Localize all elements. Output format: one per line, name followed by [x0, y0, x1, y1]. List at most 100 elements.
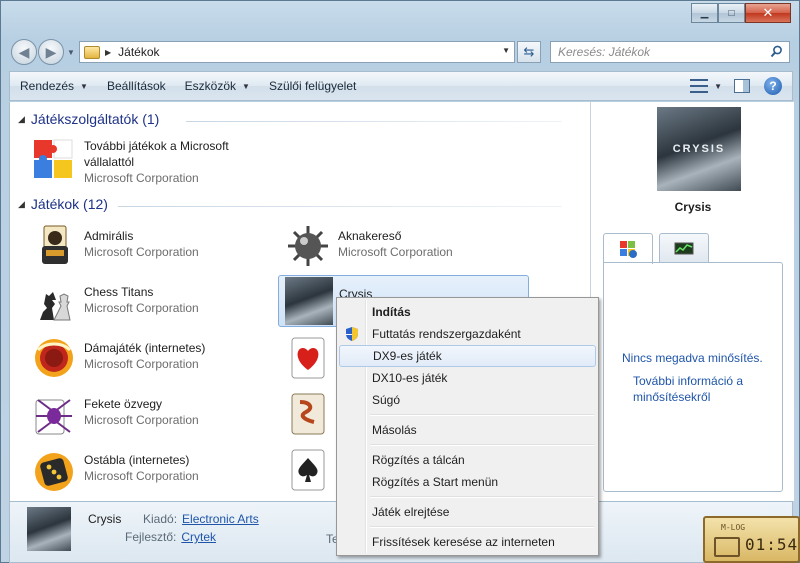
menu-item-label: DX9-es játék — [373, 349, 442, 363]
details-publisher: Kiadó: Electronic Arts — [143, 512, 259, 526]
folder-icon — [84, 45, 100, 59]
toolbar-parental-label: Szülői felügyelet — [268, 79, 357, 93]
widget-time: 01:54 — [745, 535, 799, 554]
view-options-icon[interactable] — [690, 79, 709, 93]
search-icon[interactable] — [770, 45, 783, 58]
hearts-icon — [284, 334, 332, 382]
list-item-checkers[interactable]: Dámajáték (internetes) Microsoft Corpora… — [30, 334, 275, 384]
back-button[interactable]: ◀ — [11, 39, 37, 65]
list-item-admiralis[interactable]: Admirális Microsoft Corporation — [30, 222, 275, 272]
menu-item-label: Futtatás rendszergazdaként — [372, 327, 521, 341]
menu-item-pin-start[interactable]: Rögzítés a Start menün — [339, 471, 596, 493]
maximize-button[interactable]: □ — [718, 3, 745, 23]
menu-item-dx10[interactable]: DX10-es játék — [339, 367, 596, 389]
widget-label: M-LOG — [721, 523, 746, 532]
tab-performance[interactable] — [659, 233, 709, 263]
close-button[interactable]: ✕ — [745, 3, 791, 23]
list-item-chess-titans[interactable]: Chess Titans Microsoft Corporation — [30, 278, 275, 328]
menu-item-hide-game[interactable]: Játék elrejtése — [339, 501, 596, 523]
menu-item-label: Rögzítés a Start menün — [372, 475, 499, 489]
list-item-mahjong[interactable] — [284, 390, 344, 440]
toolbar-settings-label: Beállítások — [106, 79, 166, 93]
menu-item-copy[interactable]: Másolás — [339, 419, 596, 441]
item-name: Fekete özvegy — [84, 397, 163, 411]
address-dropdown-icon[interactable]: ▼ — [502, 46, 510, 55]
help-icon[interactable]: ? — [764, 77, 782, 95]
refresh-button[interactable]: ⇆ — [517, 41, 541, 63]
item-name: Chess Titans — [84, 285, 154, 299]
details-developer: Fejlesztő: Crytek — [125, 530, 216, 544]
menu-separator — [370, 414, 594, 416]
spider-icon — [30, 390, 78, 438]
checkers-icon — [30, 334, 78, 382]
solitaire-icon — [284, 446, 332, 494]
mine-icon — [284, 222, 332, 270]
widget-icon — [714, 537, 740, 557]
list-item-spider[interactable]: Fekete özvegy Microsoft Corporation — [30, 390, 275, 440]
item-publisher: Microsoft Corporation — [84, 413, 199, 427]
list-item-minesweeper[interactable]: Aknakereső Microsoft Corporation — [284, 222, 529, 272]
preview-pane-icon[interactable] — [734, 79, 750, 93]
group-header-providers[interactable]: ◢ Játékszolgáltatók (1) — [18, 111, 159, 127]
item-publisher: Microsoft Corporation — [84, 357, 199, 371]
refresh-icon: ⇆ — [523, 44, 535, 59]
list-item-more-games[interactable]: További játékok a Microsoft vállalattól … — [30, 134, 290, 185]
publisher-link[interactable]: Electronic Arts — [182, 512, 259, 526]
back-arrow-icon: ◀ — [18, 43, 30, 60]
rating-panel: Nincs megadva minősítés. További informá… — [603, 262, 783, 492]
address-bar[interactable]: ▶ Játékok ▼ — [79, 41, 515, 63]
caption-buttons: ▁ □ ✕ — [691, 3, 791, 23]
view-dropdown-icon[interactable]: ▼ — [714, 82, 722, 91]
mahjong-icon — [284, 390, 332, 438]
menu-item-dx9[interactable]: DX9-es játék — [339, 345, 596, 367]
toolbar-settings[interactable]: Beállítások — [97, 72, 175, 100]
item-name: Ostábla (internetes) — [84, 453, 190, 467]
list-item-solitaire[interactable] — [284, 446, 344, 496]
toolbar-parental-controls[interactable]: Szülői felügyelet — [259, 72, 365, 100]
rating-tab-icon — [620, 241, 637, 258]
list-item-hearts[interactable] — [284, 334, 344, 384]
clock-widget[interactable]: M-LOG 01:54 — [703, 516, 800, 563]
item-name: Admirális — [84, 229, 134, 243]
forward-button[interactable]: ▶ — [38, 39, 64, 65]
toolbar-organize-label: Rendezés — [20, 79, 75, 93]
menu-item-help[interactable]: Súgó — [339, 389, 596, 411]
item-name: Aknakereső — [338, 229, 402, 243]
menu-item-run-as-admin[interactable]: Futtatás rendszergazdaként — [339, 323, 596, 345]
menu-separator — [370, 526, 594, 528]
menu-separator — [370, 444, 594, 446]
rating-status: Nincs megadva minősítés. — [622, 351, 763, 365]
command-toolbar: Rendezés ▼ Beállítások Eszközök ▼ Szülői f… — [9, 71, 793, 101]
list-item-backgammon[interactable]: Ostábla (internetes) Microsoft Corporati… — [30, 446, 275, 496]
recent-pages-dropdown[interactable]: ▼ — [65, 39, 77, 65]
rating-info-link[interactable]: További információ a minősítésekről — [633, 373, 773, 405]
search-placeholder: Keresés: Játékok — [558, 45, 651, 59]
tab-rating[interactable] — [603, 233, 653, 264]
minimize-button[interactable]: ▁ — [691, 3, 718, 23]
performance-tab-icon — [674, 242, 694, 254]
puzzle-icon — [30, 134, 78, 182]
item-name: További játékok a Microsoft — [84, 139, 229, 153]
toolbar-tools-label: Eszközök — [184, 79, 237, 93]
search-input[interactable]: Keresés: Játékok — [550, 41, 790, 63]
breadcrumb-separator-icon[interactable]: ▶ — [105, 48, 111, 57]
menu-item-label: Rögzítés a tálcán — [372, 453, 465, 467]
chess-icon — [30, 278, 78, 326]
developer-link[interactable]: Crytek — [181, 530, 216, 544]
item-publisher: Microsoft Corporation — [84, 469, 199, 483]
group-header-games[interactable]: ◢ Játékok (12) — [18, 196, 108, 212]
menu-item-label: DX10-es játék — [372, 371, 448, 385]
menu-item-pin-taskbar[interactable]: Rögzítés a tálcán — [339, 449, 596, 471]
chevron-down-icon: ▼ — [242, 81, 250, 91]
publisher-label: Kiadó: — [143, 512, 178, 526]
navigation-buttons: ◀ ▶ ▼ — [11, 39, 77, 65]
breadcrumb-current[interactable]: Játékok — [118, 45, 159, 59]
menu-item-check-updates[interactable]: Frissítések keresése az interneten — [339, 531, 596, 553]
toolbar-tools[interactable]: Eszközök ▼ — [175, 72, 259, 100]
chevron-down-icon: ▼ — [80, 81, 88, 91]
item-publisher: Microsoft Corporation — [84, 171, 199, 185]
toolbar-organize[interactable]: Rendezés ▼ — [10, 72, 97, 100]
collapse-icon: ◢ — [18, 198, 25, 209]
group-divider — [186, 121, 562, 122]
menu-item-start[interactable]: Indítás — [339, 301, 596, 323]
